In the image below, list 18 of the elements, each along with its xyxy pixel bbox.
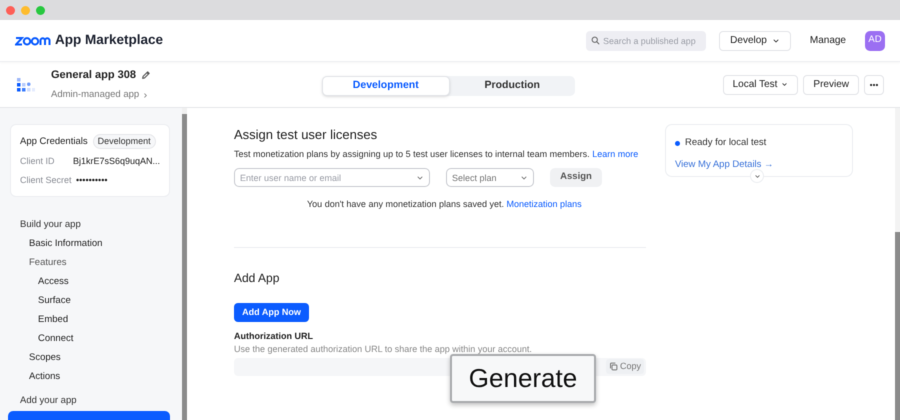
brand-name: App Marketplace (55, 31, 164, 50)
section-heading: Assign test user licenses (234, 126, 378, 144)
credentials-title: App Credentials (20, 135, 88, 148)
generate-tooltip: Generate (450, 354, 596, 403)
section-description: Test monetization plans by assigning up to 5 test user licenses to internal team members. Learn more (234, 148, 640, 161)
status-text: Ready for local test (685, 136, 766, 150)
field-label: Authorization URL (234, 330, 314, 342)
empty-note: You don't have any monetization plans saved yet. Monetization plans (307, 198, 583, 211)
credential-label: Client Secret (20, 174, 73, 187)
credential-label: Client ID (20, 155, 56, 168)
section-title: Build your app (20, 219, 82, 231)
app-name: General app 308 (51, 68, 136, 83)
environment-badge: Development (92, 134, 156, 149)
credential-value: •••••••••• (76, 174, 108, 187)
section-title: Add your app (20, 395, 78, 407)
section-heading: Add App (234, 270, 280, 286)
credential-value: Bj1krE7sS6q9uqAN... (72, 155, 160, 168)
field-hint: Use the generated authorization URL to share the app within your account. (234, 344, 533, 354)
